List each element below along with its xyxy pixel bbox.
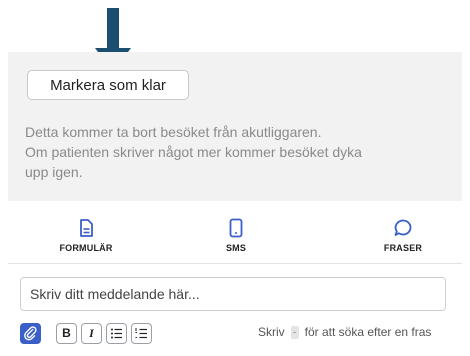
- phrases-button[interactable]: FRASER: [373, 217, 433, 253]
- sms-button[interactable]: SMS: [211, 217, 261, 253]
- speech-bubble-icon: [394, 219, 412, 236]
- hint-key: -: [290, 326, 299, 340]
- numbered-list-button[interactable]: [131, 323, 152, 344]
- document-icon: [80, 219, 93, 237]
- form-button[interactable]: FORMULÄR: [51, 217, 121, 253]
- paperclip-icon: [24, 326, 37, 341]
- top-area: [0, 0, 470, 52]
- numbered-list-icon: [135, 328, 147, 339]
- message-input[interactable]: Skriv ditt meddelande här...: [20, 277, 446, 311]
- mark-as-done-button[interactable]: Markera som klar: [27, 70, 189, 100]
- bullet-list-icon: [111, 328, 122, 339]
- bullet-list-button[interactable]: [106, 323, 127, 344]
- form-label: FORMULÄR: [59, 243, 113, 253]
- phrase-search-hint: Skriv - för att söka efter en fras: [258, 325, 432, 340]
- italic-button[interactable]: I: [81, 323, 102, 344]
- phrases-label: FRASER: [383, 243, 423, 253]
- divider: [8, 263, 462, 264]
- removal-info-text: Detta kommer ta bort besöket från akutli…: [25, 124, 362, 180]
- composer-actions: FORMULÄR SMS FRASER: [8, 201, 462, 263]
- sms-label: SMS: [225, 243, 247, 253]
- visit-panel: Markera som klar Detta kommer ta bort be…: [8, 52, 462, 201]
- format-toolbar: B I Skriv - för att söka efter en fras: [20, 323, 460, 347]
- bold-button[interactable]: B: [56, 323, 77, 344]
- phone-icon: [229, 218, 243, 238]
- attach-button[interactable]: [20, 323, 41, 344]
